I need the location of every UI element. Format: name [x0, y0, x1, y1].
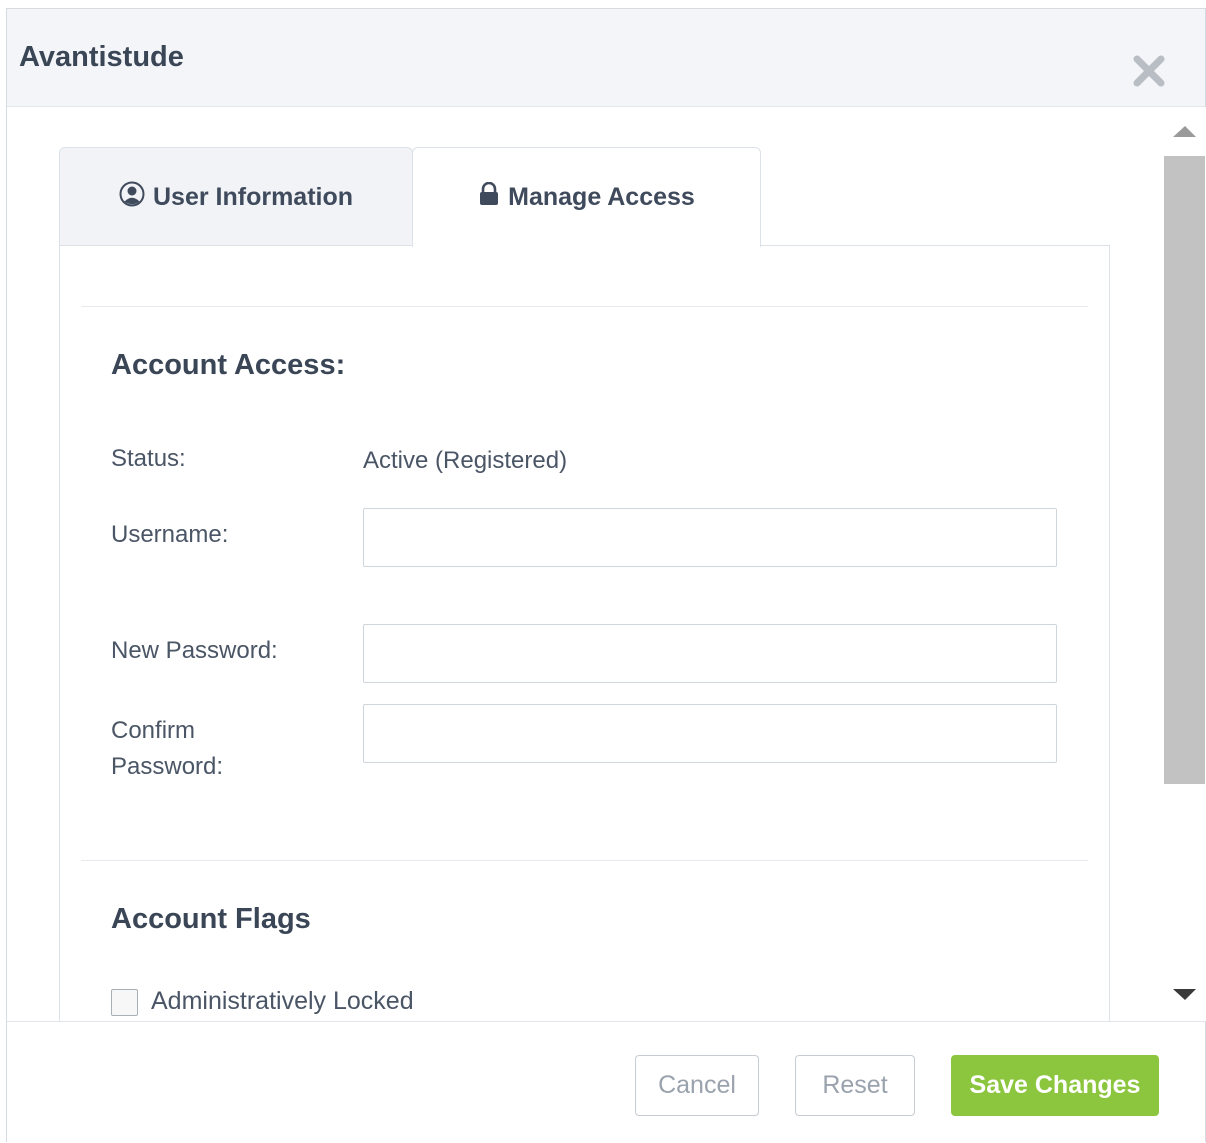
save-changes-button[interactable]: Save Changes	[951, 1055, 1159, 1116]
user-circle-icon	[119, 181, 153, 214]
tab-user-information[interactable]: User Information	[59, 147, 413, 247]
dialog-title: Avantistude	[19, 41, 184, 73]
divider	[81, 306, 1088, 307]
username-field[interactable]	[363, 508, 1057, 567]
tab-label: Manage Access	[508, 183, 695, 211]
cancel-button[interactable]: Cancel	[635, 1055, 759, 1116]
status-label: Status:	[111, 445, 186, 472]
new-password-label: New Password:	[111, 637, 278, 664]
confirm-password-label-line2: Password:	[111, 753, 224, 780]
scroll-down-arrow-icon[interactable]	[1163, 979, 1206, 1009]
lock-icon	[478, 181, 508, 213]
dialog-header: Avantistude	[7, 9, 1205, 107]
confirm-password-label-line1: Confirm	[111, 717, 196, 744]
dialog-footer: Cancel Reset Save Changes	[7, 1021, 1205, 1143]
close-icon[interactable]	[1129, 51, 1169, 91]
administratively-locked-label: Administratively Locked	[151, 987, 414, 1015]
reset-button[interactable]: Reset	[795, 1055, 915, 1116]
administratively-locked-checkbox[interactable]	[111, 989, 138, 1016]
new-password-field[interactable]	[363, 624, 1057, 683]
status-value: Active (Registered)	[363, 447, 568, 474]
scrollbar[interactable]	[1163, 107, 1206, 1021]
tab-manage-access[interactable]: Manage Access	[412, 147, 761, 247]
confirm-password-label: Confirm Password:	[111, 713, 223, 785]
account-access-title: Account Access:	[111, 349, 346, 381]
account-flags-title: Account Flags	[111, 903, 311, 935]
divider	[81, 860, 1088, 861]
tab-label: User Information	[152, 182, 354, 211]
user-dialog: Avantistude User Information Manage Acce…	[6, 8, 1206, 1143]
scroll-thumb[interactable]	[1164, 156, 1205, 784]
scroll-up-arrow-icon[interactable]	[1163, 117, 1206, 147]
username-label: Username:	[111, 521, 229, 548]
confirm-password-field[interactable]	[363, 704, 1057, 763]
